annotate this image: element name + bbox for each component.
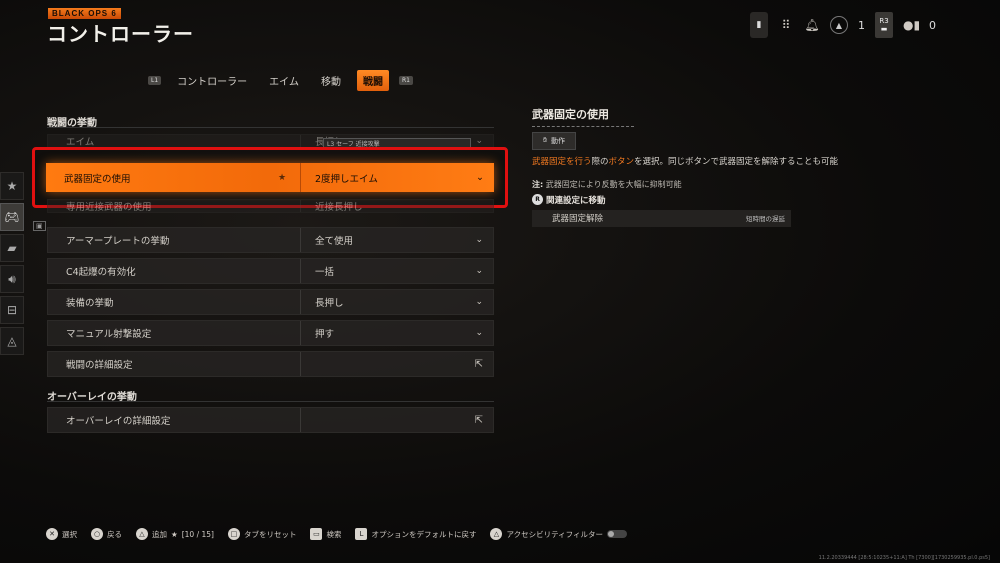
action-tag: ✋︎ 動作	[532, 131, 576, 150]
l3-button-icon: L	[355, 528, 368, 540]
tab-aim[interactable]: エイム	[263, 70, 305, 91]
setting-label: 専用近接武器の使用	[66, 202, 152, 213]
setting-label: 装備の挙動	[66, 298, 114, 309]
controller-badge-icon: ▣	[33, 221, 46, 231]
interface-icon: ⊟	[6, 303, 18, 317]
related-setting-row[interactable]: 武器固定解除 短時間の遅延	[532, 209, 791, 227]
setting-value-dropdown[interactable]: 一括 ⌄	[300, 259, 493, 283]
external-link-icon: ⇱	[474, 358, 483, 370]
circle-button-icon: ○	[91, 528, 103, 540]
gamepad-icon: 🎮︎	[4, 210, 20, 224]
setting-value: ⇱	[300, 408, 493, 432]
sidebar: ★ 🎮︎ ▰ 🔊︎ ⊟ ◬	[0, 172, 26, 358]
chevron-down-icon: ⌄	[475, 297, 483, 307]
r1-key-icon[interactable]: R1	[398, 76, 413, 85]
sidebar-item-graphics[interactable]: ▰	[0, 234, 24, 262]
setting-value-dropdown[interactable]: 長押し ⌄	[300, 290, 493, 314]
setting-label: 武器固定の使用	[64, 173, 131, 185]
triangle-button-icon: △	[490, 528, 503, 540]
setting-label: エイム	[66, 137, 95, 148]
cross-button-icon: ✕	[46, 528, 58, 540]
setting-row-overlay-advanced[interactable]: オーバーレイの詳細設定 ⇱	[47, 407, 494, 433]
speaker-icon: 🔊︎	[8, 271, 16, 286]
section-divider	[47, 401, 494, 402]
setting-value: 近接長押し	[300, 200, 493, 212]
setting-row-melee[interactable]: 専用近接武器の使用 近接長押し	[47, 199, 494, 213]
related-settings-link[interactable]: R 関連設定に移動	[532, 194, 852, 206]
section-divider	[47, 127, 494, 128]
sidebar-item-audio[interactable]: 🔊︎	[0, 265, 24, 293]
setting-value-dropdown[interactable]: 押す ⌄	[300, 321, 493, 345]
setting-row-combat-advanced[interactable]: 戦闘の詳細設定 ⇱	[47, 351, 494, 377]
footer-add-favorite[interactable]: △ 追加 ★ [10 / 15]	[136, 528, 214, 540]
notifications-count: 1	[858, 18, 865, 32]
setting-label: C4起爆の有効化	[66, 267, 136, 278]
detail-panel: 武器固定の使用 ✋︎ 動作 武器固定を行う際のボタンを選択。同じボタンで武器固定を…	[532, 106, 852, 227]
monitor-icon: ▰	[7, 241, 17, 255]
build-info: 11.2.20339444 [28:5:10235+11:A] Th [7300…	[818, 555, 990, 561]
footer-default[interactable]: L オプションをデフォルトに戻す	[355, 528, 476, 540]
grid-menu-icon[interactable]: ⠿	[778, 18, 794, 32]
setting-row-manual-fire[interactable]: マニュアル射撃設定 押す ⌄	[47, 320, 494, 346]
rank-icon: ▲	[830, 16, 848, 34]
r-stick-icon: R	[532, 194, 543, 205]
detail-note: 注: 武器固定により反動を大幅に抑制可能	[532, 179, 682, 189]
setting-value: ⇱	[300, 352, 493, 376]
network-icon: ◬	[7, 334, 17, 348]
footer-accessibility[interactable]: △ アクセシビリティフィルター	[490, 528, 627, 540]
detail-description: 武器固定を行う際のボタンを選択。同じボタンで武器固定を解除することも可能	[532, 156, 839, 167]
chevron-down-icon: ⌄	[475, 235, 483, 245]
chevron-down-icon: ⌄	[475, 136, 483, 146]
footer-reset-tab[interactable]: □ タブをリセット	[227, 528, 296, 540]
tab-combat[interactable]: 戦闘	[356, 70, 389, 91]
party-members-icon: ●▮	[903, 18, 921, 32]
sidebar-item-interface[interactable]: ⊟	[0, 296, 24, 324]
chevron-down-icon: ⌄	[475, 328, 483, 338]
setting-label: マニュアル射撃設定	[66, 329, 152, 340]
tab-controller[interactable]: コントローラー	[171, 70, 253, 91]
footer-search[interactable]: ▭ 検索	[310, 528, 341, 540]
sidebar-item-account[interactable]: ◬	[0, 327, 24, 355]
footer-controls: ✕ 選択 ○ 戻る △ 追加 ★ [10 / 15] □ タブをリセット ▭ 検索 L オプショ…	[46, 528, 627, 540]
setting-value-dropdown[interactable]: 2度押しエイム ⌄	[300, 163, 494, 192]
tab-bar: L1 コントローラー エイム 移動 戦闘 R1	[148, 70, 413, 91]
footer-select[interactable]: ✕ 選択	[46, 528, 77, 540]
l1-key-icon[interactable]: L1	[148, 76, 162, 85]
setting-label: 戦闘の詳細設定	[66, 360, 133, 371]
setting-row-equipment[interactable]: 装備の挙動 長押し ⌄	[47, 289, 494, 315]
setting-label: アーマープレートの挙動	[66, 236, 170, 247]
hand-icon: ✋︎	[543, 136, 547, 144]
controller-battery-icon: ▮	[750, 12, 768, 38]
accessibility-toggle[interactable]	[607, 530, 627, 538]
setting-value-dropdown[interactable]: 全て使用 ⌄	[300, 228, 493, 252]
page-title: コントローラー	[47, 22, 194, 46]
r3-label: R3	[879, 17, 889, 25]
party-icon: ▬	[880, 25, 888, 33]
setting-row-armor-plate[interactable]: アーマープレートの挙動 全て使用 ⌄	[47, 227, 494, 253]
r3-party-button[interactable]: R3 ▬	[875, 12, 893, 38]
favorite-star-icon[interactable]: ★	[278, 173, 300, 183]
setting-row-weapon-mount[interactable]: 武器固定の使用 ★ 2度押しエイム ⌄	[46, 163, 494, 192]
chevron-down-icon: ⌄	[476, 172, 484, 183]
party-count: 0	[929, 18, 936, 32]
sidebar-item-controller[interactable]: 🎮︎	[0, 203, 24, 231]
chevron-down-icon: ⌄	[475, 266, 483, 276]
detail-divider	[532, 126, 634, 127]
star-icon: ★	[6, 179, 18, 193]
setting-row-c4[interactable]: C4起爆の有効化 一括 ⌄	[47, 258, 494, 284]
star-icon: ★	[171, 529, 178, 539]
footer-back[interactable]: ○ 戻る	[91, 528, 122, 540]
external-link-icon: ⇱	[474, 414, 483, 426]
tab-movement[interactable]: 移動	[315, 70, 347, 91]
setting-label: オーバーレイの詳細設定	[66, 416, 171, 427]
touchpad-icon: ▭	[310, 528, 323, 540]
triangle-button-icon: △	[136, 528, 148, 540]
square-button-icon: □	[227, 528, 240, 540]
sidebar-item-favorites[interactable]: ★	[0, 172, 24, 200]
bell-icon[interactable]: 🔔︎	[804, 18, 820, 32]
detail-title: 武器固定の使用	[532, 108, 609, 121]
top-right-bar: ▮ ⠿ 🔔︎ ▲ 1 R3 ▬ ●▮ 0	[750, 12, 936, 38]
